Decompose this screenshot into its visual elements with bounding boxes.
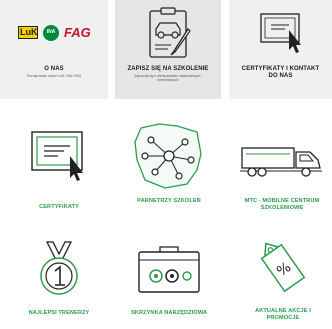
- card-mobile-training-center[interactable]: MTC - MOBILNE CENTRUM SZKOLENIOWE: [236, 120, 328, 220]
- poland-map-network-icon: [134, 123, 202, 189]
- toolbox-icon: [138, 246, 200, 293]
- certificates-contact-tile[interactable]: CERTYFIKATY I KONTAKT DO NAS: [229, 0, 332, 99]
- truck-icon: [240, 147, 322, 177]
- card-training-partners-label: PARNETRZY SZKOLEŃ: [137, 198, 201, 204]
- card-toolbox-label: SKRZYNKA NARZĘDZIOWA: [130, 310, 208, 316]
- signup-training-tile[interactable]: ZAPISZ SIĘ NA SZKOLENIE Zapoznaj się z o…: [115, 0, 221, 99]
- about-us-subtitle: Poznaj nasze marki: LuK, INA i FAG: [26, 74, 82, 78]
- ina-logo: INA: [43, 25, 59, 41]
- certificates-contact-title: CERTYFIKATY I KONTAKT DO NAS: [241, 66, 320, 79]
- card-best-trainers[interactable]: NAJLEPSI TRENERZY: [14, 236, 104, 329]
- medal-icon: [40, 241, 78, 295]
- brand-logos: LuK INA FAG: [18, 25, 98, 41]
- card-best-trainers-label: NAJLEPSI TRENERZY: [28, 310, 90, 316]
- card-toolbox[interactable]: SKRZYNKA NARZĘDZIOWA: [124, 236, 214, 329]
- card-certificates[interactable]: CERTYFIKATY: [18, 118, 100, 218]
- clipboard-car-icon: [149, 7, 191, 58]
- certificate-icon: [31, 131, 83, 181]
- signup-training-subtitle: Zapoznaj się z ofertą szkoleń stacjonarn…: [134, 74, 202, 82]
- fag-logo: FAG: [64, 25, 91, 40]
- signup-training-title: ZAPISZ SIĘ NA SZKOLENIE: [127, 66, 209, 72]
- card-promotions-label: AKTUALNE AKCJE I PROMOCJE: [255, 308, 311, 321]
- percent-tag-icon: %: [260, 242, 306, 293]
- about-us-tile[interactable]: LuK INA FAG O NAS Poznaj nasze marki: Lu…: [0, 0, 108, 99]
- card-certificates-label: CERTYFIKATY: [39, 204, 79, 210]
- certificate-icon: [260, 13, 301, 53]
- card-promotions[interactable]: % AKTUALNE AKCJE I PROMOCJE: [238, 230, 328, 329]
- luk-logo: LuK: [18, 26, 38, 39]
- card-training-partners[interactable]: PARNETRZY SZKOLEŃ: [124, 114, 214, 214]
- about-us-title: O NAS: [44, 66, 64, 72]
- card-mobile-training-center-label: MTC - MOBILNE CENTRUM SZKOLENIOWE: [244, 198, 320, 211]
